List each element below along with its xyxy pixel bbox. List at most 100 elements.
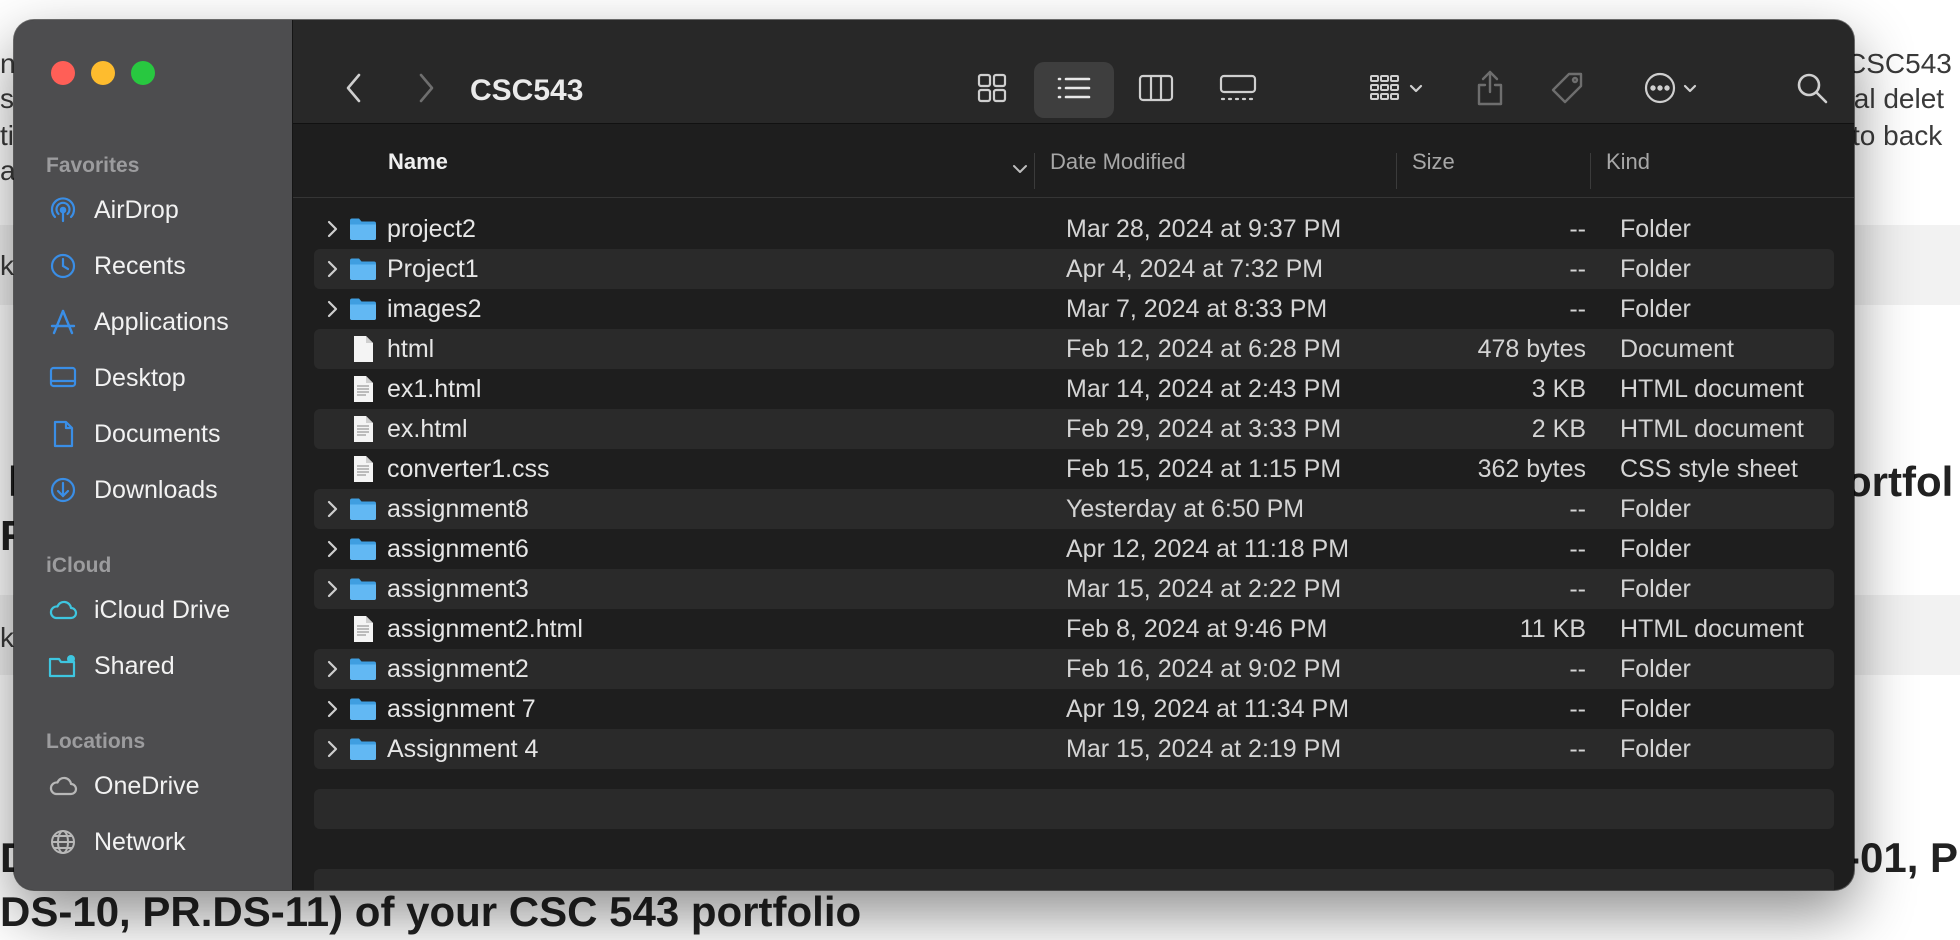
sidebar-group-favorites: Favorites: [46, 154, 140, 177]
tag-button[interactable]: [1546, 64, 1590, 116]
search-icon: [1795, 71, 1829, 110]
background-text: ortfol: [1846, 458, 1954, 505]
file-name: ex1.html: [387, 375, 482, 403]
disclosure-chevron-icon[interactable]: [320, 497, 344, 521]
icon-view-button[interactable]: [964, 64, 1020, 116]
file-name: images2: [387, 295, 482, 323]
file-date-modified: Mar 15, 2024 at 2:22 PM: [1066, 575, 1342, 603]
file-row[interactable]: project2 Mar 28, 2024 at 9:37 PM -- Folder: [314, 209, 1834, 249]
back-button[interactable]: [336, 70, 372, 110]
file-date-modified: Apr 19, 2024 at 11:34 PM: [1066, 695, 1350, 723]
file-date-modified: Feb 8, 2024 at 9:46 PM: [1066, 615, 1328, 643]
file-date-modified: Mar 15, 2024 at 2:19 PM: [1066, 735, 1342, 763]
search-button[interactable]: [1790, 64, 1834, 116]
file-size: --: [1569, 295, 1586, 323]
column-date-label: Date Modified: [1050, 148, 1186, 174]
sidebar-item-label: iCloud Drive: [94, 595, 231, 624]
sidebar-item-applications[interactable]: Applications: [46, 298, 281, 346]
disclosure-chevron-icon[interactable]: [320, 537, 344, 561]
folder-icon: [348, 294, 378, 324]
file-name: assignment8: [387, 495, 529, 523]
cloud-icon: [46, 593, 80, 627]
disclosure-chevron-icon[interactable]: [320, 217, 344, 241]
chevron-down-icon: [1409, 81, 1423, 99]
folder-icon: [348, 534, 378, 564]
sidebar-item-downloads[interactable]: Downloads: [46, 466, 281, 514]
more-icon: [1643, 71, 1677, 110]
file-row[interactable]: html Feb 12, 2024 at 6:28 PM 478 bytes Docu…: [314, 329, 1834, 369]
file-name: Project1: [387, 255, 479, 283]
file-list: project2 Mar 28, 2024 at 9:37 PM -- Folder P…: [314, 209, 1834, 769]
file-size: 478 bytes: [1477, 335, 1586, 363]
sidebar-group-icloud: iCloud: [46, 554, 112, 577]
file-date-modified: Feb 29, 2024 at 3:33 PM: [1066, 415, 1342, 443]
gallery-view-button[interactable]: [1210, 64, 1266, 116]
document-icon: [46, 417, 80, 451]
file-row[interactable]: assignment 7 Apr 19, 2024 at 11:34 PM -- Fo…: [314, 689, 1834, 729]
maximize-window-button[interactable]: [131, 61, 155, 85]
file-icon: [348, 614, 378, 644]
file-row[interactable]: assignment2.html Feb 8, 2024 at 9:46 PM 11…: [314, 609, 1834, 649]
background-text: ti: [0, 120, 14, 151]
file-row[interactable]: ex1.html Mar 14, 2024 at 2:43 PM 3 KB HTML …: [314, 369, 1834, 409]
column-size-label: Size: [1412, 148, 1455, 174]
column-kind-header[interactable]: Kind: [1606, 125, 1836, 198]
folder-icon: [348, 494, 378, 524]
disclosure-chevron-icon[interactable]: [320, 737, 344, 761]
share-button[interactable]: [1468, 64, 1512, 116]
more-actions-button[interactable]: [1630, 64, 1710, 116]
sidebar-item-documents[interactable]: Documents: [46, 410, 281, 458]
file-kind: Folder: [1620, 575, 1691, 603]
column-view-button[interactable]: [1128, 64, 1184, 116]
file-row[interactable]: images2 Mar 7, 2024 at 8:33 PM -- Folder: [314, 289, 1834, 329]
sidebar-item-recents[interactable]: Recents: [46, 242, 281, 290]
file-row[interactable]: assignment8 Yesterday at 6:50 PM -- Folder: [314, 489, 1834, 529]
column-size-header[interactable]: Size: [1412, 125, 1592, 198]
sidebar-item-shared[interactable]: Shared: [46, 642, 281, 690]
sidebar-item-airdrop[interactable]: AirDrop: [46, 186, 281, 234]
sidebar-item-label: Applications: [94, 307, 229, 336]
disclosure-chevron-icon[interactable]: [320, 257, 344, 281]
file-name: assignment6: [387, 535, 529, 563]
file-size: --: [1569, 695, 1586, 723]
file-name: project2: [387, 215, 476, 243]
file-size: --: [1569, 575, 1586, 603]
file-row[interactable]: assignment6 Apr 12, 2024 at 11:18 PM -- Fol…: [314, 529, 1834, 569]
disclosure-chevron-icon[interactable]: [320, 697, 344, 721]
sidebar-item-onedrive[interactable]: OneDrive: [46, 762, 281, 810]
sidebar-item-label: AirDrop: [94, 195, 179, 224]
file-kind: Folder: [1620, 255, 1691, 283]
sidebar-item-label: Downloads: [94, 475, 218, 504]
sidebar-item-network[interactable]: Network: [46, 818, 281, 866]
file-size: --: [1569, 215, 1586, 243]
disclosure-chevron-icon[interactable]: [320, 297, 344, 321]
list-view-icon: [1056, 73, 1092, 108]
file-row[interactable]: Assignment 4 Mar 15, 2024 at 2:19 PM -- Fol…: [314, 729, 1834, 769]
disclosure-chevron-icon[interactable]: [320, 577, 344, 601]
desktop-icon: [46, 361, 80, 395]
file-row[interactable]: assignment3 Mar 15, 2024 at 2:22 PM -- Fold…: [314, 569, 1834, 609]
forward-button[interactable]: [408, 70, 444, 110]
file-row[interactable]: ex.html Feb 29, 2024 at 3:33 PM 2 KB HTML d…: [314, 409, 1834, 449]
list-view-button[interactable]: [1034, 62, 1114, 118]
file-date-modified: Apr 4, 2024 at 7:32 PM: [1066, 255, 1324, 283]
file-size: 11 KB: [1519, 615, 1586, 643]
gallery-view-icon: [1218, 73, 1258, 108]
empty-row: [314, 869, 1834, 890]
column-separator: [1396, 153, 1397, 189]
disclosure-chevron-icon[interactable]: [320, 657, 344, 681]
sidebar-item-icloud-drive[interactable]: iCloud Drive: [46, 586, 281, 634]
file-row[interactable]: Project1 Apr 4, 2024 at 7:32 PM -- Folder: [314, 249, 1834, 289]
file-row[interactable]: converter1.css Feb 15, 2024 at 1:15 PM 362…: [314, 449, 1834, 489]
file-kind: Folder: [1620, 495, 1691, 523]
minimize-window-button[interactable]: [91, 61, 115, 85]
share-icon: [1475, 69, 1505, 112]
background-text: k: [0, 622, 14, 653]
sidebar-item-desktop[interactable]: Desktop: [46, 354, 281, 402]
column-name-header[interactable]: Name: [388, 125, 1038, 198]
file-date-modified: Mar 28, 2024 at 9:37 PM: [1066, 215, 1342, 243]
column-date-header[interactable]: Date Modified: [1050, 125, 1390, 198]
close-window-button[interactable]: [51, 61, 75, 85]
group-button[interactable]: [1356, 64, 1436, 116]
file-row[interactable]: assignment2 Feb 16, 2024 at 9:02 PM -- Fold…: [314, 649, 1834, 689]
